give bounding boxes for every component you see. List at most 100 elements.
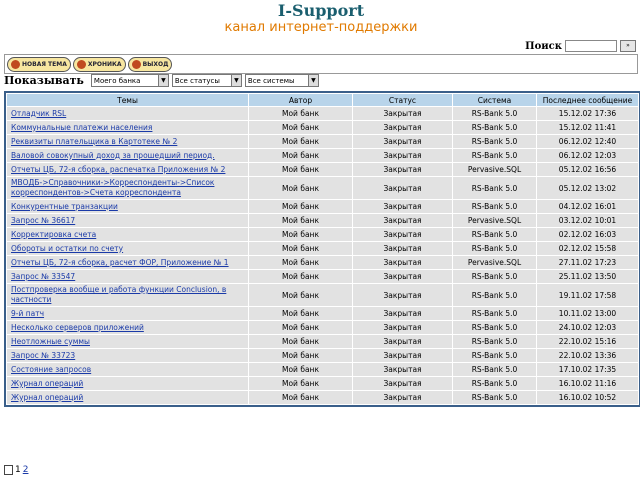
last-message-cell: 22.10.02 13:36 bbox=[536, 348, 639, 363]
new-topic-icon bbox=[11, 59, 20, 69]
topic-link[interactable]: Отчеты ЦБ, 72-я сборка, расчет ФОР, Прил… bbox=[11, 258, 229, 267]
table-row: Запрос № 33723 Мой банк Закрытая RS-Bank 5.… bbox=[6, 348, 639, 363]
table-row: Обороты и остатки по счету Мой банк Закрыт… bbox=[6, 241, 639, 256]
status-cell: Закрытая bbox=[352, 106, 453, 121]
last-message-cell: 05.12.02 16:56 bbox=[536, 162, 639, 177]
author-cell: Мой банк bbox=[248, 148, 353, 163]
system-cell: RS-Bank 5.0 bbox=[452, 320, 537, 335]
topic-link[interactable]: Корректировка счета bbox=[11, 230, 96, 239]
system-cell: RS-Bank 5.0 bbox=[452, 199, 537, 214]
status-filter-select[interactable]: Все статусы ▼ bbox=[171, 74, 242, 87]
system-cell: RS-Bank 5.0 bbox=[452, 269, 537, 284]
table-row: Неотложные суммы Мой банк Закрытая RS-Bank … bbox=[6, 334, 639, 349]
status-cell: Закрытая bbox=[352, 176, 453, 200]
topic-cell: Запрос № 33723 bbox=[6, 348, 249, 363]
topic-link[interactable]: Журнал операций bbox=[11, 379, 83, 388]
topic-cell: МВОДБ->Справочники->Корреспонденты->Спис… bbox=[6, 176, 249, 200]
status-cell: Закрытая bbox=[352, 227, 453, 242]
new-topic-button[interactable]: НОВАЯ ТЕМА bbox=[7, 56, 71, 72]
column-header-topic[interactable]: Темы bbox=[6, 93, 249, 107]
topic-link[interactable]: МВОДБ->Справочники->Корреспонденты->Спис… bbox=[11, 178, 214, 197]
topic-link[interactable]: Журнал операций bbox=[11, 393, 83, 402]
table-row: Корректировка счета Мой банк Закрытая RS-Ba… bbox=[6, 227, 639, 242]
topic-link[interactable]: Реквизиты плательщика в Картотеке № 2 bbox=[11, 137, 177, 146]
column-header-status[interactable]: Статус bbox=[352, 93, 453, 107]
document-icon bbox=[4, 465, 13, 475]
author-cell: Мой банк bbox=[248, 320, 353, 335]
chevron-down-icon: ▼ bbox=[230, 75, 241, 86]
table-row: Конкурентные транзакции Мой банк Закрытая R… bbox=[6, 199, 639, 214]
topic-link[interactable]: Состояние запросов bbox=[11, 365, 91, 374]
column-header-system[interactable]: Система bbox=[452, 93, 537, 107]
column-header-last-message[interactable]: Последнее сообщение bbox=[536, 93, 639, 107]
column-header-author[interactable]: Автор bbox=[248, 93, 353, 107]
status-cell: Закрытая bbox=[352, 269, 453, 284]
author-cell: Мой банк bbox=[248, 120, 353, 135]
pager-next-page-link[interactable]: 2 bbox=[23, 465, 29, 475]
last-message-cell: 03.12.02 10:01 bbox=[536, 213, 639, 228]
author-cell: Мой банк bbox=[248, 255, 353, 270]
last-message-cell: 24.10.02 12:03 bbox=[536, 320, 639, 335]
topic-cell: Отладчик RSL bbox=[6, 106, 249, 121]
system-cell: RS-Bank 5.0 bbox=[452, 148, 537, 163]
bank-filter-select[interactable]: Моего банка ▼ bbox=[90, 74, 169, 87]
last-message-cell: 17.10.02 17:35 bbox=[536, 362, 639, 377]
system-cell: RS-Bank 5.0 bbox=[452, 390, 537, 405]
topic-link[interactable]: Запрос № 36617 bbox=[11, 216, 75, 225]
table-row: МВОДБ->Справочники->Корреспонденты->Спис… bbox=[6, 176, 639, 200]
table-row: Запрос № 36617 Мой банк Закрытая Pervasive.… bbox=[6, 213, 639, 228]
search-button[interactable]: » bbox=[620, 40, 636, 52]
filters: Показывать Моего банка ▼ Все статусы ▼ В… bbox=[4, 74, 319, 87]
search-input[interactable] bbox=[565, 40, 617, 52]
author-cell: Мой банк bbox=[248, 362, 353, 377]
topic-link[interactable]: Валовой совокупный доход за прошедший пе… bbox=[11, 151, 215, 160]
topic-cell: Отчеты ЦБ, 72-я сборка, расчет ФОР, Прил… bbox=[6, 255, 249, 270]
topic-cell: Журнал операций bbox=[6, 390, 249, 405]
table-row: Отчеты ЦБ, 72-я сборка, распечатка Прило… bbox=[6, 162, 639, 177]
table-row: Отчеты ЦБ, 72-я сборка, расчет ФОР, Прил… bbox=[6, 255, 639, 270]
status-cell: Закрытая bbox=[352, 306, 453, 321]
system-filter-select[interactable]: Все системы ▼ bbox=[244, 74, 319, 87]
system-cell: RS-Bank 5.0 bbox=[452, 241, 537, 256]
topic-link[interactable]: Отчеты ЦБ, 72-я сборка, распечатка Прило… bbox=[11, 165, 225, 174]
topic-link[interactable]: Отладчик RSL bbox=[11, 109, 66, 118]
topic-cell: Отчеты ЦБ, 72-я сборка, распечатка Прило… bbox=[6, 162, 249, 177]
table-row: Несколько серверов приложений Мой банк Зак… bbox=[6, 320, 639, 335]
archive-button[interactable]: ХРОНИКА bbox=[72, 56, 126, 72]
system-cell: RS-Bank 5.0 bbox=[452, 227, 537, 242]
last-message-cell: 16.10.02 10:52 bbox=[536, 390, 639, 405]
pager-current-page: 1 bbox=[15, 465, 21, 475]
table-row: Реквизиты плательщика в Картотеке № 2 Мой… bbox=[6, 134, 639, 149]
topic-link[interactable]: Коммунальные платежи населения bbox=[11, 123, 152, 132]
table-row: 9-й патч Мой банк Закрытая RS-Bank 5.0 10.11… bbox=[6, 306, 639, 321]
table-row: Постпроверка вообще и работа функции Con… bbox=[6, 283, 639, 307]
table-row: Состояние запросов Мой банк Закрытая RS-Ban… bbox=[6, 362, 639, 377]
page-title: I-Support bbox=[277, 1, 365, 20]
status-cell: Закрытая bbox=[352, 348, 453, 363]
topic-cell: Неотложные суммы bbox=[6, 334, 249, 349]
topic-link[interactable]: Конкурентные транзакции bbox=[11, 202, 118, 211]
topics-table-wrapper: Темы Автор Статус Система Последнее сооб… bbox=[4, 91, 640, 407]
author-cell: Мой банк bbox=[248, 390, 353, 405]
archive-label: ХРОНИКА bbox=[87, 60, 122, 68]
author-cell: Мой банк bbox=[248, 134, 353, 149]
topic-link[interactable]: Несколько серверов приложений bbox=[11, 323, 144, 332]
system-cell: RS-Bank 5.0 bbox=[452, 348, 537, 363]
author-cell: Мой банк bbox=[248, 176, 353, 200]
topic-cell: Запрос № 33547 bbox=[6, 269, 249, 284]
topic-link[interactable]: Запрос № 33547 bbox=[11, 272, 75, 281]
topic-link[interactable]: Запрос № 33723 bbox=[11, 351, 75, 360]
author-cell: Мой банк bbox=[248, 283, 353, 307]
last-message-cell: 22.10.02 15:16 bbox=[536, 334, 639, 349]
exit-button[interactable]: ВЫХОД bbox=[127, 56, 173, 72]
topic-cell: Запрос № 36617 bbox=[6, 213, 249, 228]
topic-link[interactable]: Постпроверка вообще и работа функции Con… bbox=[11, 285, 226, 304]
topic-link[interactable]: 9-й патч bbox=[11, 309, 44, 318]
status-filter-value: Все статусы bbox=[174, 76, 220, 85]
author-cell: Мой банк bbox=[248, 376, 353, 391]
topic-link[interactable]: Обороты и остатки по счету bbox=[11, 244, 123, 253]
bank-filter-value: Моего банка bbox=[93, 76, 141, 85]
author-cell: Мой банк bbox=[248, 162, 353, 177]
archive-icon bbox=[76, 59, 86, 69]
topic-link[interactable]: Неотложные суммы bbox=[11, 337, 90, 346]
